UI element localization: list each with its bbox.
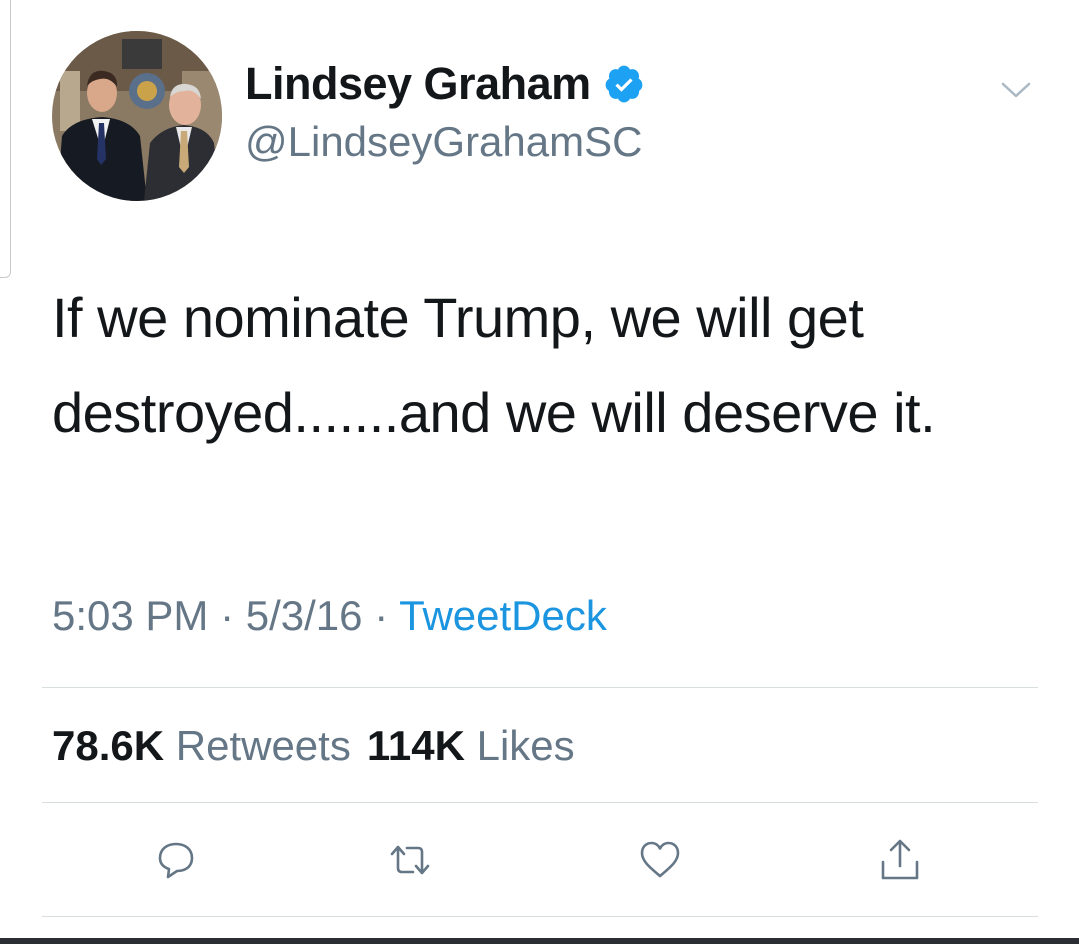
likes-stat[interactable]: 114K Likes (367, 722, 575, 769)
divider (42, 687, 1038, 688)
likes-count: 114K (366, 722, 465, 769)
retweets-count: 78.6K (52, 722, 165, 769)
display-name-text: Lindsey Graham (245, 58, 591, 109)
previous-panel-edge (0, 0, 11, 278)
retweets-label: Retweets (175, 722, 351, 769)
divider (42, 916, 1038, 917)
chevron-down-icon[interactable] (1000, 80, 1032, 100)
profile-photo (52, 31, 222, 201)
like-icon[interactable] (636, 836, 684, 884)
reply-icon[interactable] (152, 836, 200, 884)
avatar[interactable] (52, 31, 222, 201)
share-icon[interactable] (876, 836, 924, 884)
tweet-text: If we nominate Trump, we will get destro… (52, 286, 936, 444)
tweet-source-link[interactable]: TweetDeck (399, 592, 607, 639)
display-name[interactable]: Lindsey Graham (245, 58, 645, 110)
likes-label: Likes (476, 722, 575, 769)
retweet-icon[interactable] (386, 836, 434, 884)
tweet-meta: 5:03 PM · 5/3/16 · TweetDeck (52, 588, 607, 644)
engagement-stats: 78.6K Retweets 114K Likes (52, 718, 575, 774)
divider (42, 802, 1038, 803)
tweet-time: 5:03 PM (52, 592, 209, 639)
meta-separator: · (208, 592, 246, 639)
meta-separator: · (362, 592, 400, 639)
verified-badge-icon (605, 65, 642, 103)
tweet-date[interactable]: 5/3/16 (246, 592, 363, 639)
retweets-stat[interactable]: 78.6K Retweets (52, 722, 351, 769)
bottom-edge (0, 938, 1079, 944)
user-handle[interactable]: @LindseyGrahamSC (245, 116, 642, 168)
